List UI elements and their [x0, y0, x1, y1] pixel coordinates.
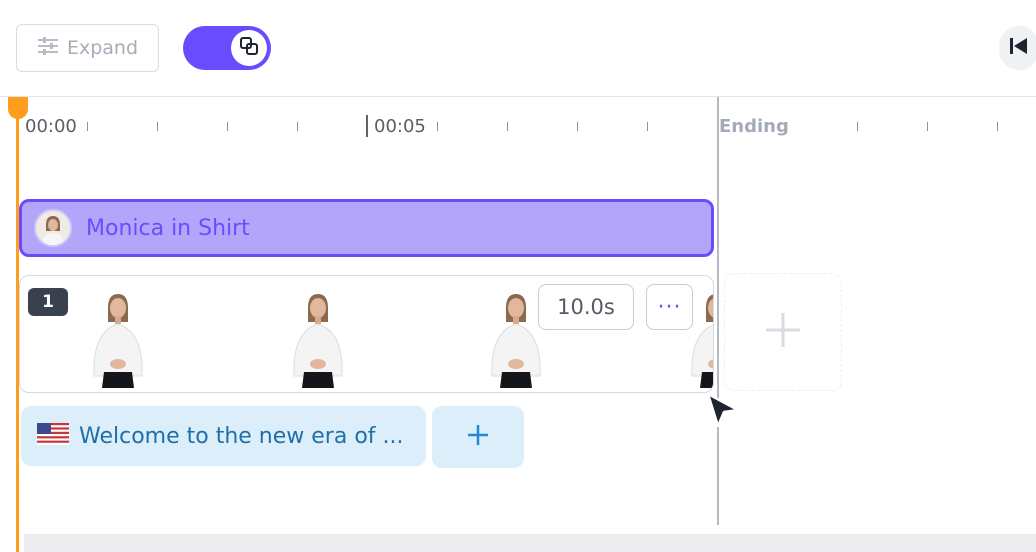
- ruler-major-tick: [366, 115, 368, 137]
- skip-to-start-button[interactable]: [999, 26, 1036, 70]
- skip-back-icon: [1009, 37, 1029, 59]
- ruler-label-start: 00:00: [25, 116, 77, 137]
- us-flag-icon: [37, 423, 69, 449]
- avatar-thumbnail: [293, 294, 343, 388]
- ruler-tick: [87, 122, 88, 131]
- scene-duration[interactable]: 10.0s: [538, 284, 634, 330]
- ending-marker-line: [717, 97, 719, 525]
- toggle-knob: [231, 30, 267, 66]
- script-text: Welcome to the new era of ...: [79, 423, 404, 449]
- ruler-tick: [927, 122, 928, 131]
- playhead-handle[interactable]: [8, 97, 28, 119]
- ruler-tick: [507, 122, 508, 131]
- ruler-tick: [577, 122, 578, 131]
- ruler-label-mid: 00:05: [374, 116, 426, 137]
- ruler-tick: [857, 122, 858, 131]
- plus-icon: [764, 311, 802, 353]
- ruler-tick: [227, 122, 228, 131]
- more-dots-icon: ···: [657, 294, 682, 320]
- layers-icon: [239, 36, 259, 60]
- avatar-thumbnail: [93, 294, 143, 388]
- sliders-icon: [37, 36, 59, 61]
- avatar-track[interactable]: Monica in Shirt: [19, 199, 714, 257]
- scene-number-badge: 1: [28, 288, 68, 316]
- add-script-button[interactable]: [432, 406, 524, 468]
- avatar: [34, 209, 72, 247]
- expand-label: Expand: [66, 37, 139, 59]
- avatar-track-label: Monica in Shirt: [86, 215, 250, 241]
- scene-clip[interactable]: 1 10.0s ···: [19, 275, 714, 393]
- plus-icon: [466, 423, 490, 451]
- toolbar-divider: [0, 96, 1036, 97]
- playhead-line[interactable]: [16, 100, 19, 552]
- add-scene-button[interactable]: [724, 273, 842, 391]
- ruler-tick: [157, 122, 158, 131]
- mouse-cursor-icon: [706, 392, 740, 428]
- ruler-tick: [647, 122, 648, 131]
- horizontal-scrollbar[interactable]: [24, 534, 1036, 552]
- ruler-tick: [997, 122, 998, 131]
- ruler-tick: [297, 122, 298, 131]
- script-chip[interactable]: Welcome to the new era of ...: [21, 406, 426, 466]
- ruler-tick: [437, 122, 438, 131]
- expand-button[interactable]: Expand: [16, 24, 159, 72]
- ending-label: Ending: [719, 116, 789, 137]
- view-toggle[interactable]: [183, 26, 271, 70]
- more-options-button[interactable]: ···: [646, 284, 693, 330]
